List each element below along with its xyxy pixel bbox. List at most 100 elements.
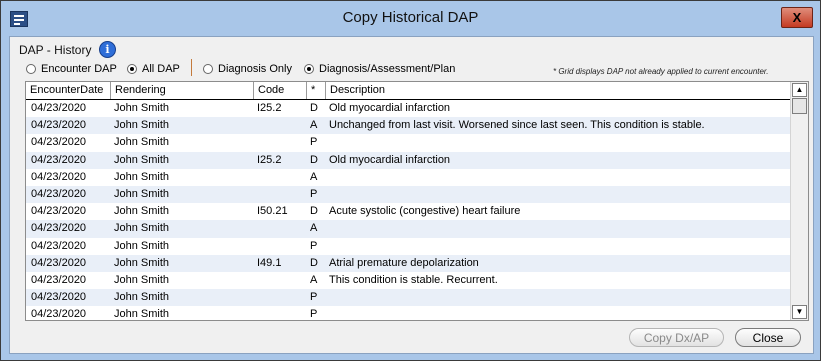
cell-rendering: John Smith [114,308,170,321]
column-header-encounter-date[interactable]: EncounterDate [26,82,110,99]
radio-encounter-dap[interactable]: Encounter DAP [26,62,117,76]
window-close-button[interactable]: X [781,7,813,28]
cell-type: D [310,153,318,166]
column-header-type[interactable]: * [306,82,325,99]
radio-label: Diagnosis Only [218,63,292,75]
cell-description [329,306,787,320]
cell-description [329,134,787,151]
cell-encounter-date: 04/23/2020 [31,136,87,149]
cell-encounter-date: 04/23/2020 [31,119,87,132]
cell-code: I49.1 [257,256,282,269]
filter-divider [191,59,192,76]
cell-encounter-date: 04/23/2020 [31,222,87,235]
cell-description: Acute systolic (congestive) heart failur… [329,205,521,218]
radio-dot [203,64,213,74]
table-row[interactable]: 04/23/2020 John Smith I25.2 D Old myocardial… [26,100,790,117]
cell-rendering: John Smith [114,170,170,183]
table-row[interactable]: 04/23/2020 John Smith I49.1 D Atrial prematu… [26,254,790,272]
cell-rendering: John Smith [114,153,170,166]
cell-description: Old myocardial infarction [329,102,451,114]
cell-rendering: John Smith [114,205,170,218]
radio-label: Encounter DAP [41,63,117,75]
radio-diagnosis-assessment-plan[interactable]: Diagnosis/Assessment/Plan [304,62,455,76]
cell-code [257,306,307,320]
table-row[interactable]: 04/23/2020 John Smith P [26,134,790,151]
radio-dot [127,64,137,74]
cell-encounter-date: 04/23/2020 [31,170,87,183]
cell-encounter-date: 04/23/2020 [31,102,87,114]
cell-rendering: John Smith [114,291,170,304]
cell-encounter-date: 04/23/2020 [31,273,87,286]
cell-code [257,186,307,203]
cell-type: A [310,119,318,132]
title-bar[interactable]: Copy Historical DAP X [1,1,820,36]
scroll-down-arrow-icon[interactable]: ▼ [792,305,807,319]
cell-description: This condition is stable. Recurrent. [329,273,498,286]
cell-encounter-date: 04/23/2020 [31,205,87,218]
grid-note: * Grid displays DAP not already applied … [553,67,769,76]
cell-description [329,169,787,186]
dialog-body: DAP - History i Encounter DAP All DAP Di… [9,36,814,354]
table-row[interactable]: 04/23/2020 John Smith A Unchanged from last… [26,117,790,135]
cell-rendering: John Smith [114,239,170,252]
cell-description: Atrial premature depolarization [329,256,479,269]
cell-code [257,289,307,306]
radio-label: Diagnosis/Assessment/Plan [319,63,456,75]
cell-code: I50.21 [257,205,288,218]
info-icon[interactable]: i [99,41,116,58]
cell-code [257,272,307,289]
radio-dot [304,64,314,74]
cell-code [257,134,307,151]
cell-rendering: John Smith [114,136,170,149]
scroll-thumb[interactable] [792,98,807,114]
column-header-rendering[interactable]: Rendering [110,82,253,99]
table-row[interactable]: 04/23/2020 John Smith P [26,238,790,255]
close-button[interactable]: Close [735,328,801,347]
column-header-code[interactable]: Code [253,82,306,99]
cell-type: P [310,291,318,304]
column-header-description[interactable]: Description [325,82,790,99]
table-row[interactable]: 04/23/2020 John Smith I25.2 D Old myocardial… [26,151,790,169]
cell-type: P [310,239,318,252]
table-row[interactable]: 04/23/2020 John Smith A This condition is s… [26,272,790,289]
cell-rendering: John Smith [114,256,170,269]
grid-rows: 04/23/2020 John Smith I25.2 D Old myocardial… [26,100,790,321]
cell-description: Old myocardial infarction [329,153,451,166]
cell-type: P [310,136,318,149]
table-row[interactable]: 04/23/2020 John Smith P [26,185,790,204]
cell-type: A [310,222,318,235]
dialog-window: Copy Historical DAP X DAP - History i En… [0,0,821,361]
cell-encounter-date: 04/23/2020 [31,291,87,304]
cell-rendering: John Smith [114,273,170,286]
copy-dx-ap-button[interactable]: Copy Dx/AP [629,328,724,347]
cell-description [329,220,787,237]
cell-type: P [310,308,318,321]
cell-rendering: John Smith [114,102,170,114]
cell-code [257,169,307,186]
radio-dot [26,64,36,74]
cell-description: Unchanged from last visit. Worsened sinc… [329,119,705,132]
table-row[interactable]: 04/23/2020 John Smith A [26,220,790,238]
window-title: Copy Historical DAP [342,9,479,26]
cell-encounter-date: 04/23/2020 [31,239,87,252]
scroll-up-arrow-icon[interactable]: ▲ [792,83,807,97]
radio-label: All DAP [142,63,180,75]
grid-header: EncounterDate Rendering Code * Descripti… [26,82,790,100]
cell-code: I25.2 [257,153,282,166]
section-label: DAP - History [19,43,92,57]
cell-rendering: John Smith [114,187,170,200]
table-row[interactable]: 04/23/2020 John Smith P [26,289,790,307]
cell-type: P [310,187,318,200]
cell-code: I25.2 [257,102,282,114]
table-row[interactable]: 04/23/2020 John Smith A [26,169,790,186]
cell-description [329,186,787,203]
radio-all-dap[interactable]: All DAP [127,62,180,76]
dap-history-grid[interactable]: EncounterDate Rendering Code * Descripti… [25,81,809,321]
cell-description [329,238,787,255]
table-row[interactable]: 04/23/2020 John Smith P [26,306,790,321]
table-row[interactable]: 04/23/2020 John Smith I50.21 D Acute systoli… [26,203,790,220]
grid-scrollbar[interactable]: ▲ ▼ [790,82,808,320]
cell-encounter-date: 04/23/2020 [31,256,87,269]
cell-rendering: John Smith [114,119,170,132]
radio-diagnosis-only[interactable]: Diagnosis Only [203,62,292,76]
